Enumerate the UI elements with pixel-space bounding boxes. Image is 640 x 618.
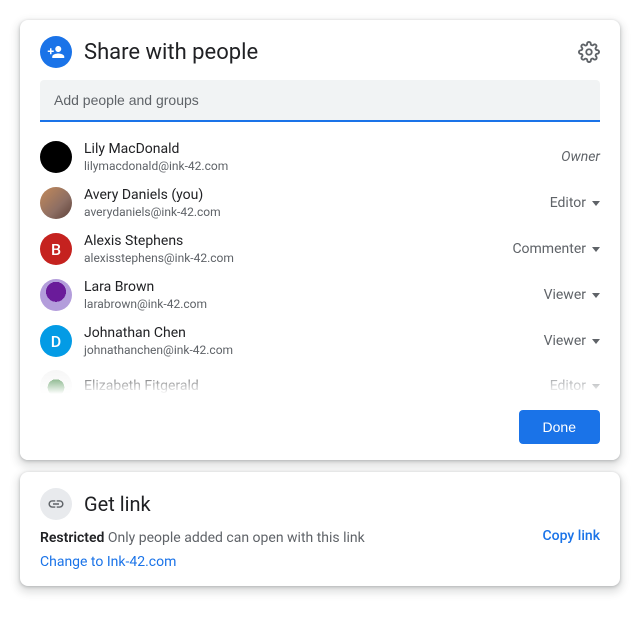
person-row: Lily MacDonaldlilymacdonald@ink-42.comOw…: [20, 134, 620, 180]
person-text: Elizabeth Fitgerald: [84, 377, 550, 394]
person-row: B Alexis Stephensalexisstephens@ink-42.co…: [20, 226, 620, 272]
share-footer: Done: [20, 394, 620, 460]
person-row: Elizabeth FitgeraldEditor: [20, 364, 620, 394]
add-people-row: [20, 80, 620, 126]
person-text: Lara Brownlarabrown@ink-42.com: [84, 278, 544, 312]
avatar: [40, 187, 72, 219]
restriction-line: Restricted Only people added can open wi…: [40, 528, 365, 548]
people-list: Lily MacDonaldlilymacdonald@ink-42.comOw…: [20, 126, 620, 394]
get-link-header: Get link: [20, 472, 620, 528]
role-text: Owner: [561, 149, 600, 165]
get-link-title: Get link: [84, 492, 151, 516]
person-name: Alexis Stephens: [84, 232, 512, 250]
chevron-down-icon: [592, 293, 600, 298]
restricted-label: Restricted: [40, 530, 104, 546]
share-header: Share with people: [20, 20, 620, 80]
person-email: averydaniels@ink-42.com: [84, 204, 550, 220]
restriction-block: Restricted Only people added can open wi…: [40, 528, 365, 570]
role-label: Owner: [561, 149, 600, 165]
person-text: Alexis Stephensalexisstephens@ink-42.com: [84, 232, 512, 266]
person-email: alexisstephens@ink-42.com: [84, 250, 512, 266]
person-name: Lily MacDonald: [84, 140, 561, 158]
avatar: B: [40, 233, 72, 265]
chevron-down-icon: [592, 247, 600, 252]
role-dropdown[interactable]: Viewer: [544, 333, 600, 349]
avatar: [40, 141, 72, 173]
share-title: Share with people: [84, 40, 578, 65]
person-name: Avery Daniels (you): [84, 186, 550, 204]
avatar: D: [40, 325, 72, 357]
role-text: Viewer: [544, 287, 586, 303]
avatar: [40, 370, 72, 394]
person-row: Lara Brownlarabrown@ink-42.comViewer: [20, 272, 620, 318]
chevron-down-icon: [592, 339, 600, 344]
change-access-link[interactable]: Change to Ink-42.com: [40, 554, 176, 570]
person-name: Elizabeth Fitgerald: [84, 377, 550, 394]
get-link-body: Restricted Only people added can open wi…: [20, 528, 620, 586]
person-row: D Johnathan Chenjohnathanchen@ink-42.comV…: [20, 318, 620, 364]
link-icon: [40, 488, 72, 520]
person-add-icon: [40, 36, 72, 68]
done-button[interactable]: Done: [519, 410, 600, 444]
copy-link-button[interactable]: Copy link: [543, 528, 600, 544]
chevron-down-icon: [592, 201, 600, 206]
role-dropdown[interactable]: Editor: [550, 378, 600, 394]
person-email: larabrown@ink-42.com: [84, 296, 544, 312]
settings-button[interactable]: [578, 41, 600, 63]
chevron-down-icon: [592, 384, 600, 389]
get-link-card: Get link Restricted Only people added ca…: [20, 472, 620, 586]
person-text: Johnathan Chenjohnathanchen@ink-42.com: [84, 324, 544, 358]
avatar: [40, 279, 72, 311]
role-text: Viewer: [544, 333, 586, 349]
person-text: Avery Daniels (you)averydaniels@ink-42.c…: [84, 186, 550, 220]
role-text: Editor: [550, 378, 586, 394]
person-email: johnathanchen@ink-42.com: [84, 342, 544, 358]
role-dropdown[interactable]: Viewer: [544, 287, 600, 303]
person-name: Johnathan Chen: [84, 324, 544, 342]
restricted-desc: Only people added can open with this lin…: [108, 530, 365, 546]
add-people-input[interactable]: [40, 80, 600, 122]
role-text: Editor: [550, 195, 586, 211]
role-dropdown[interactable]: Editor: [550, 195, 600, 211]
role-dropdown[interactable]: Commenter: [512, 241, 600, 257]
person-name: Lara Brown: [84, 278, 544, 296]
person-text: Lily MacDonaldlilymacdonald@ink-42.com: [84, 140, 561, 174]
role-text: Commenter: [512, 241, 586, 257]
person-email: lilymacdonald@ink-42.com: [84, 158, 561, 174]
share-dialog: Share with people Lily MacDonaldlilymacd…: [20, 20, 620, 460]
person-row: Avery Daniels (you)averydaniels@ink-42.c…: [20, 180, 620, 226]
